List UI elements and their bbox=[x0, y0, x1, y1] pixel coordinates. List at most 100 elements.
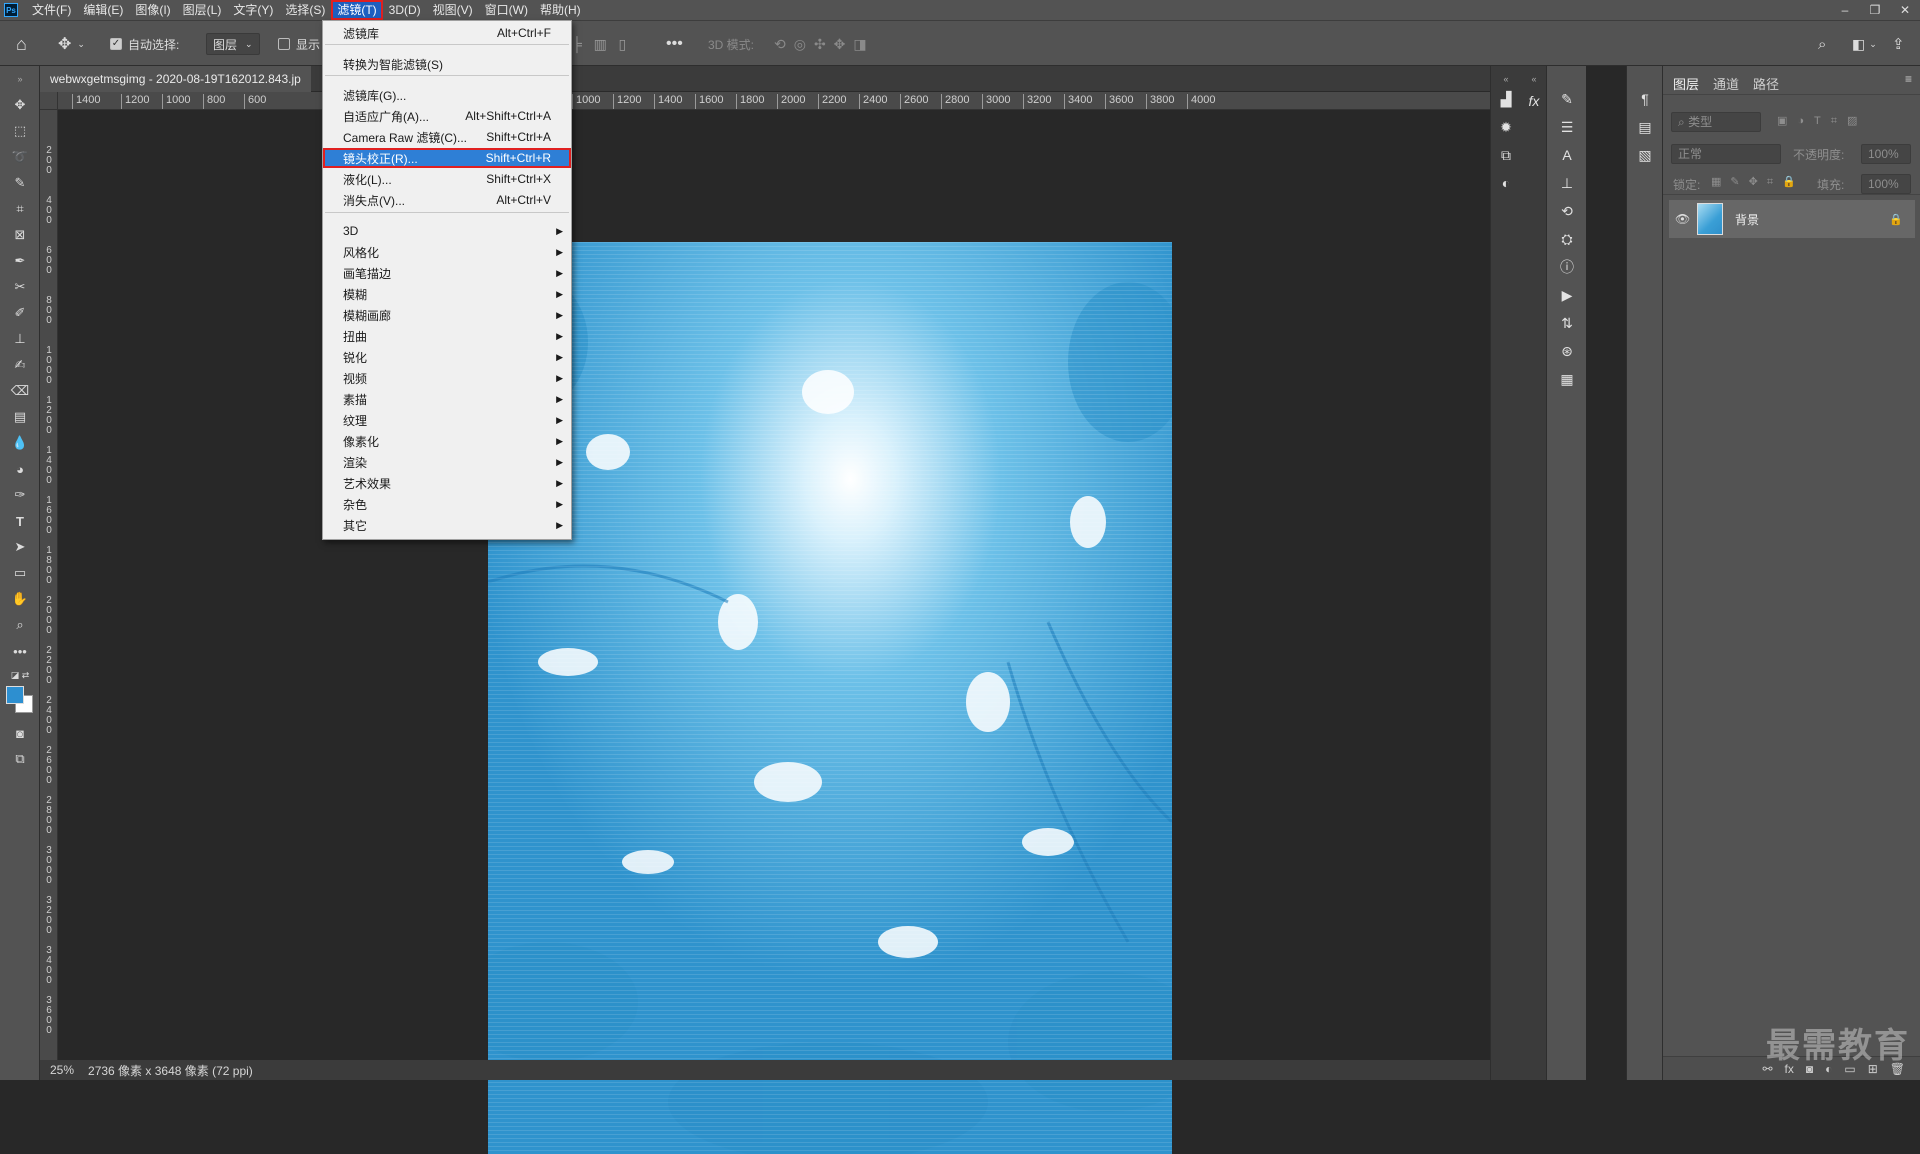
opacity-field[interactable]: 100% bbox=[1861, 144, 1911, 164]
collapse-arrows-icon[interactable]: « bbox=[1523, 68, 1545, 90]
menu-layer[interactable]: 图层(L) bbox=[177, 0, 228, 20]
search-icon[interactable]: ⌕ bbox=[1818, 21, 1826, 67]
clone-source-icon[interactable]: ⊥ bbox=[1556, 172, 1578, 194]
zoom-level[interactable]: 25% bbox=[50, 1063, 74, 1077]
adjustments-icon[interactable]: ◐ bbox=[1495, 172, 1517, 194]
path-select-icon[interactable]: ➤ bbox=[8, 536, 32, 558]
history-brush-icon[interactable]: ✍ bbox=[8, 354, 32, 376]
filter-submenu-item[interactable]: 杂色 ▶ bbox=[323, 494, 571, 514]
dodge-tool-icon[interactable]: ◕ bbox=[8, 458, 32, 480]
filter-submenu-item[interactable]: 艺术效果 ▶ bbox=[323, 473, 571, 493]
info-icon[interactable]: ⓘ bbox=[1556, 256, 1578, 278]
eraser-tool-icon[interactable]: ⌫ bbox=[8, 380, 32, 402]
filter-submenu-item[interactable]: 风格化 ▶ bbox=[323, 242, 571, 262]
eyedropper-tool-icon[interactable]: ✒ bbox=[8, 250, 32, 272]
fill-field[interactable]: 100% bbox=[1861, 174, 1911, 194]
lock-icons[interactable]: ▦✎✥⌗🔒 bbox=[1711, 175, 1805, 189]
canvas-workspace[interactable] bbox=[58, 110, 1488, 1154]
frame-tool-icon[interactable]: ⊠ bbox=[8, 224, 32, 246]
default-colors-icon[interactable]: ◪ ⇄ bbox=[8, 664, 32, 686]
filter-submenu-item[interactable]: 纹理 ▶ bbox=[323, 410, 571, 430]
gradient-tool-icon[interactable]: ▤ bbox=[8, 406, 32, 428]
home-icon[interactable]: ⌂ bbox=[16, 21, 27, 67]
menu-image[interactable]: 图像(I) bbox=[129, 0, 176, 20]
3d-panel-icon[interactable]: ⊛ bbox=[1556, 340, 1578, 362]
menu-select[interactable]: 选择(S) bbox=[279, 0, 331, 20]
tab-paths[interactable]: 路径 bbox=[1753, 74, 1779, 93]
move-tool-icon[interactable]: ✥ ⌄ bbox=[58, 21, 85, 67]
auto-select-checkbox[interactable]: ✓ bbox=[110, 38, 122, 50]
timeline-grid-icon[interactable]: ▦ bbox=[1556, 368, 1578, 390]
tab-channels[interactable]: 通道 bbox=[1713, 74, 1739, 93]
filter-submenu-item[interactable]: 模糊画廊 ▶ bbox=[323, 305, 571, 325]
restore-icon[interactable]: ❐ bbox=[1860, 0, 1890, 20]
horizontal-ruler[interactable]: 1400120010008006006008001000120014001600… bbox=[58, 92, 1490, 110]
filter-submenu-item[interactable]: 模糊 ▶ bbox=[323, 284, 571, 304]
menu-window[interactable]: 窗口(W) bbox=[479, 0, 534, 20]
menu-type[interactable]: 文字(Y) bbox=[227, 0, 279, 20]
swatches-icon[interactable]: ⇅ bbox=[1556, 312, 1578, 334]
move-tool-icon[interactable]: ✥ bbox=[8, 94, 32, 116]
brush-tool-icon[interactable]: ✐ bbox=[8, 302, 32, 324]
more-options-icon[interactable]: ••• bbox=[666, 21, 683, 67]
filter-submenu-item[interactable]: 其它 ▶ bbox=[323, 515, 571, 535]
layer-filter-icons[interactable]: ▣◑T⌗▨ bbox=[1777, 114, 1867, 128]
3d-mode-icons[interactable]: ⟲◎✣✥◨ bbox=[774, 21, 875, 67]
collapse-arrows-icon[interactable]: « bbox=[1495, 68, 1517, 90]
filter-menu-item[interactable]: 镜头校正(R)... Shift+Ctrl+R bbox=[323, 148, 571, 168]
filter-submenu-item[interactable]: 素描 ▶ bbox=[323, 389, 571, 409]
share-icon[interactable]: ⇪ bbox=[1892, 21, 1905, 67]
foreground-color-swatch[interactable] bbox=[6, 686, 24, 704]
layer-row-background[interactable]: 👁 背景 🔒 bbox=[1669, 200, 1915, 238]
document-tab[interactable]: webwxgetmsgimg - 2020-08-19T162012.843.j… bbox=[40, 66, 311, 92]
hand-tool-icon[interactable]: ✋ bbox=[8, 588, 32, 610]
auto-select-dropdown[interactable]: 图层 ⌄ bbox=[206, 21, 260, 67]
layer-name[interactable]: 背景 bbox=[1735, 211, 1759, 228]
close-icon[interactable]: ✕ bbox=[1890, 0, 1920, 20]
lock-icon[interactable]: 🔒 bbox=[1889, 213, 1903, 226]
menu-3d[interactable]: 3D(D) bbox=[383, 0, 427, 20]
actions-play-icon[interactable]: ▶ bbox=[1556, 284, 1578, 306]
document-size[interactable]: 2736 像素 x 3648 像素 (72 ppi) bbox=[88, 1062, 253, 1079]
character-icon[interactable]: A bbox=[1556, 144, 1578, 166]
visibility-eye-icon[interactable]: 👁 bbox=[1675, 212, 1691, 226]
clone-stamp-icon[interactable]: ⊥ bbox=[8, 328, 32, 350]
quick-mask-icon[interactable]: ◙ bbox=[8, 722, 32, 744]
more-tools-icon[interactable]: ••• bbox=[8, 640, 32, 662]
blur-tool-icon[interactable]: 💧 bbox=[8, 432, 32, 454]
panel-menu-icon[interactable]: ≡ bbox=[1905, 72, 1912, 86]
lasso-tool-icon[interactable]: ➰ bbox=[8, 146, 32, 168]
menu-help[interactable]: 帮助(H) bbox=[534, 0, 587, 20]
filter-menu-item[interactable]: 滤镜库 Alt+Ctrl+F bbox=[323, 23, 571, 43]
document-image[interactable] bbox=[488, 242, 1172, 1154]
show-transform-group[interactable]: 显示 bbox=[278, 21, 320, 67]
filter-submenu-item[interactable]: 3D ▶ bbox=[323, 221, 571, 241]
paragraph-icon[interactable]: ¶ bbox=[1634, 88, 1656, 110]
libraries-icon[interactable]: ⧉ bbox=[1495, 144, 1517, 166]
menu-filter[interactable]: 滤镜(T) bbox=[331, 0, 383, 20]
filter-submenu-item[interactable]: 画笔描边 ▶ bbox=[323, 263, 571, 283]
tool-presets-icon[interactable]: ⛭ bbox=[1556, 228, 1578, 250]
filter-submenu-item[interactable]: 扭曲 ▶ bbox=[323, 326, 571, 346]
auto-select-group[interactable]: ✓ 自动选择: bbox=[110, 21, 179, 67]
healing-brush-icon[interactable]: ✂ bbox=[8, 276, 32, 298]
menu-edit[interactable]: 编辑(E) bbox=[77, 0, 129, 20]
filter-menu-item[interactable]: Camera Raw 滤镜(C)... Shift+Ctrl+A bbox=[323, 127, 571, 147]
filter-menu-item[interactable]: 自适应广角(A)... Alt+Shift+Ctrl+A bbox=[323, 106, 571, 126]
screen-mode-icon[interactable]: ⧉ bbox=[8, 748, 32, 770]
vertical-ruler[interactable]: 2 0 0 4 0 0 6 0 0 8 0 0 1 0 0 0 1 2 0 0 1 4 0 … bbox=[40, 110, 58, 1060]
filter-menu-item[interactable]: 滤镜库(G)... bbox=[323, 85, 571, 105]
history-icon[interactable]: ⟲ bbox=[1556, 200, 1578, 222]
menu-file[interactable]: 文件(F) bbox=[26, 0, 77, 20]
brush-presets-icon[interactable]: ☰ bbox=[1556, 116, 1578, 138]
filter-submenu-item[interactable]: 渲染 ▶ bbox=[323, 452, 571, 472]
ruler-origin[interactable] bbox=[40, 92, 58, 110]
show-transform-checkbox[interactable] bbox=[278, 38, 290, 50]
blend-mode-dropdown[interactable]: 正常 bbox=[1671, 144, 1781, 164]
filter-menu-item[interactable]: 转换为智能滤镜(S) bbox=[323, 54, 571, 74]
quick-select-tool-icon[interactable]: ✎ bbox=[8, 172, 32, 194]
pen-tool-icon[interactable]: ✑ bbox=[8, 484, 32, 506]
marquee-tool-icon[interactable]: ⬚ bbox=[8, 120, 32, 142]
tab-layers[interactable]: 图层 bbox=[1673, 74, 1699, 93]
brush-settings-icon[interactable]: ✎ bbox=[1556, 88, 1578, 110]
